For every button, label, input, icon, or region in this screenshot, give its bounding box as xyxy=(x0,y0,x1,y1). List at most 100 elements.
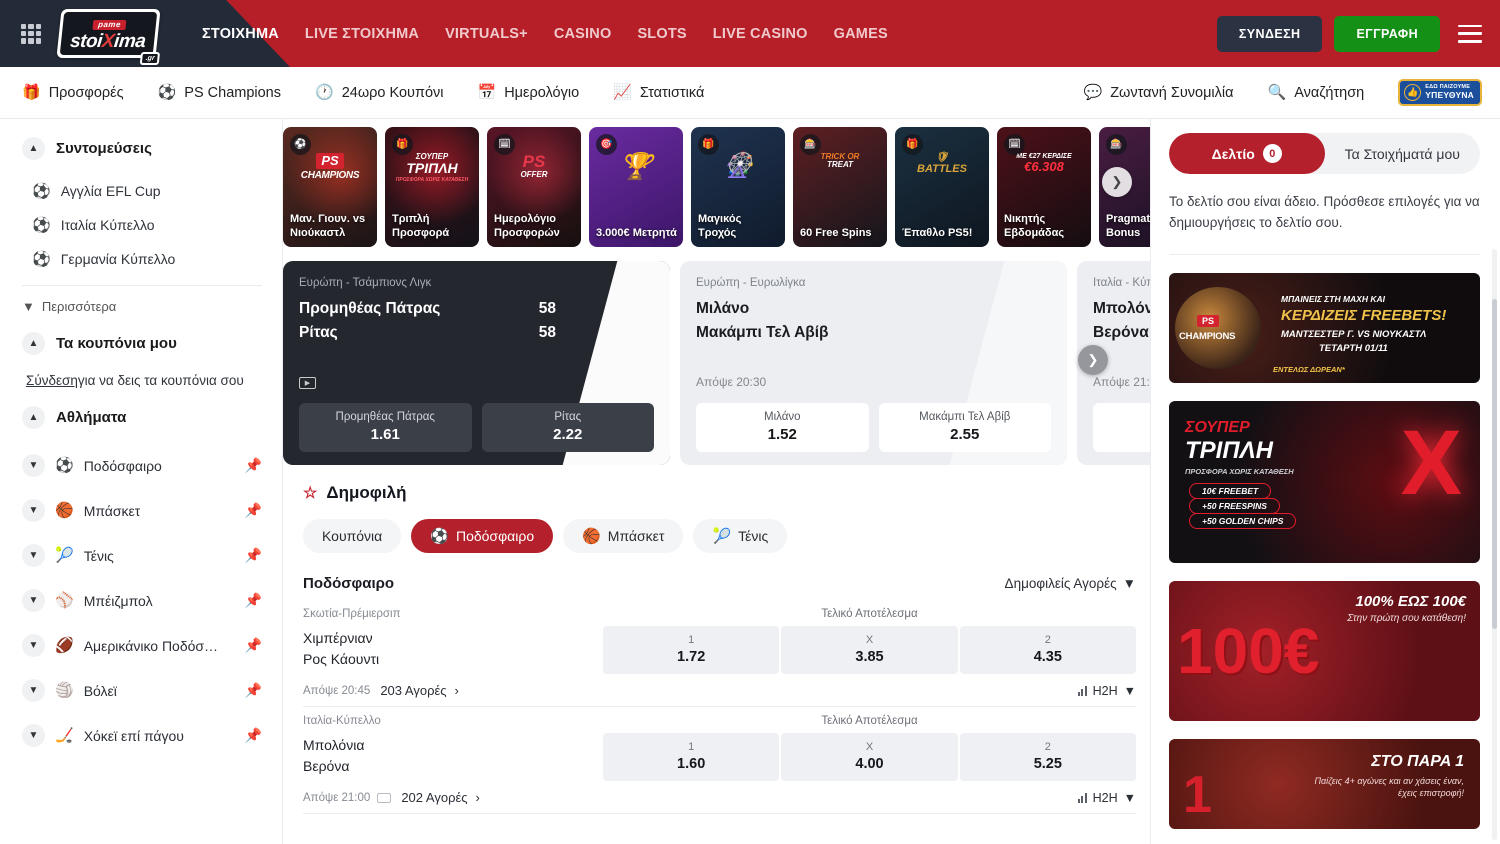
search-button[interactable]: 🔍 Αναζήτηση xyxy=(1268,85,1365,101)
chip-tennis[interactable]: 🎾 Τένις xyxy=(693,519,787,553)
promo-card-free-spins[interactable]: 🎰 TRICK ORTREAT 60 Free Spins xyxy=(793,127,887,247)
chevron-down-icon[interactable]: ▼ xyxy=(22,679,45,702)
sidebar-item-volley[interactable]: ▼ 🏐 Βόλεϊ 📌 xyxy=(22,668,262,713)
subnav-left-group: 🎁 Προσφορές ⚽ PS Champions 🕐 24ωρο Κουπό… xyxy=(22,85,704,101)
ps-champions-banner[interactable]: PS CHAMPIONS ΜΠΑΙΝΕΙΣ ΣΤΗ ΜΑΧΗ ΚΑΙ ΚΕΡΔΙ… xyxy=(1169,273,1480,383)
nav-item-virtuals[interactable]: VIRTUALS+ xyxy=(445,26,528,42)
shortcuts-more-button[interactable]: ▼ Περισσότερα xyxy=(22,285,262,314)
subnav-item-statistika[interactable]: 📈 Στατιστικά xyxy=(613,85,704,101)
banner2-pill-3: +50 GOLDEN CHIPS xyxy=(1189,513,1296,529)
nav-item-live-casino[interactable]: LIVE CASINO xyxy=(713,26,808,42)
my-coupons-header[interactable]: ▲ Τα κουπόνια μου xyxy=(22,332,262,355)
event-odd-1-home[interactable]: 1 1.72 xyxy=(603,626,779,674)
odd-button-away-1[interactable]: Ρίτας 2.22 xyxy=(482,403,655,452)
event-odd-1-draw[interactable]: X 3.85 xyxy=(781,626,957,674)
pin-icon[interactable]: 📌 xyxy=(245,682,262,699)
featured-match-card-2[interactable]: Ευρώπη - Ευρωλίγκα Μιλάνο Μακάμπι Τελ Αβ… xyxy=(680,261,1067,465)
event-h2h-button-1[interactable]: H2H ▼ xyxy=(1078,684,1136,698)
promo-art-text: ΣΟΥΠΕΡ ΤΡΙΠΛΗ ΠΡΟΣΦΟΡΑ ΧΩΡΙΣ ΚΑΤΑΘΕΣΗ xyxy=(385,153,479,183)
chevron-down-icon[interactable]: ▼ xyxy=(22,589,45,612)
shortcut-item-germania-kypello[interactable]: ⚽ Γερμανία Κύπελλο xyxy=(22,242,262,276)
promo-card-tripli[interactable]: 🎁 ΣΟΥΠΕΡ ΤΡΙΠΛΗ ΠΡΟΣΦΟΡΑ ΧΩΡΙΣ ΚΑΤΑΘΕΣΗ … xyxy=(385,127,479,247)
tab-my-bets[interactable]: Τα Στοιχήματά μου xyxy=(1325,133,1481,174)
pin-icon[interactable]: 📌 xyxy=(245,592,262,609)
shortcuts-header[interactable]: ▲ Συντομεύσεις xyxy=(22,137,262,160)
chevron-down-icon[interactable]: ▼ xyxy=(22,634,45,657)
event-odd-2-home[interactable]: 1 1.60 xyxy=(603,733,779,781)
nav-item-casino[interactable]: CASINO xyxy=(554,26,612,42)
sto-para-1-banner[interactable]: ΣΤΟ ΠΑΡΑ 1 Παίζεις 4+ αγώνες και αν χάσε… xyxy=(1169,739,1480,829)
nav-item-slots[interactable]: SLOTS xyxy=(637,26,686,42)
chevron-down-icon[interactable]: ▼ xyxy=(22,724,45,747)
chevron-down-icon[interactable]: ▼ xyxy=(22,544,45,567)
super-tripli-banner[interactable]: X ΣΟΥΠΕΡ ΤΡΙΠΛΗ ΠΡΟΣΦΟΡΑ ΧΩΡΙΣ ΚΑΤΑΘΕΣΗ … xyxy=(1169,401,1480,563)
pin-icon[interactable]: 📌 xyxy=(245,547,262,564)
event-odd-1-away[interactable]: 2 4.35 xyxy=(960,626,1136,674)
sidebar-item-basket[interactable]: ▼ 🏀 Μπάσκετ 📌 xyxy=(22,488,262,533)
hamburger-menu-icon[interactable] xyxy=(1458,25,1482,43)
matches-carousel-next-button[interactable]: ❯ xyxy=(1078,345,1108,375)
coupons-login-link[interactable]: Σύνδεση xyxy=(26,373,78,388)
featured-match-card-1[interactable]: Ευρώπη - Τσάμπιονς Λιγκ Προμηθέας Πάτρας… xyxy=(283,261,670,465)
site-logo[interactable]: pame stoiXima .gr xyxy=(56,9,162,59)
featured-matches-carousel: Ευρώπη - Τσάμπιονς Λιγκ Προμηθέας Πάτρας… xyxy=(283,257,1150,479)
odd-button-away-2[interactable]: Μακάμπι Τελ Αβίβ 2.55 xyxy=(879,403,1052,452)
nav-item-live-stoixima[interactable]: LIVE ΣΤΟΙΧΗΜΑ xyxy=(305,26,419,42)
promo-card-magic-wheel[interactable]: 🎁 🎡 Μαγικός Τροχός xyxy=(691,127,785,247)
promo-label-tripli: Τριπλή Προσφορά xyxy=(385,213,479,247)
event-markets-link-1[interactable]: 203 Αγορές › xyxy=(380,683,459,698)
subnav-item-24oro-koupon[interactable]: 🕐 24ωρο Κουπόνι xyxy=(315,85,444,101)
pin-icon[interactable]: 📌 xyxy=(245,727,262,744)
pin-icon[interactable]: 📌 xyxy=(245,637,262,654)
chip-koupônia[interactable]: Κουπόνια xyxy=(303,519,401,553)
promo-carousel-next-button[interactable]: ❯ xyxy=(1102,167,1132,197)
odd-button-home-1[interactable]: Προμηθέας Πάτρας 1.61 xyxy=(299,403,472,452)
subnav-item-prosfores[interactable]: 🎁 Προσφορές xyxy=(22,85,124,101)
shortcut-item-efl-cup[interactable]: ⚽ Αγγλία EFL Cup xyxy=(22,174,262,208)
sidebar-item-american-football[interactable]: ▼ 🏈 Αμερικάνικο Ποδόσ… 📌 xyxy=(22,623,262,668)
apps-grid-icon[interactable] xyxy=(18,21,44,47)
event-odd-2-draw[interactable]: X 4.00 xyxy=(781,733,957,781)
signup-button[interactable]: ΕΓΓΡΑΦΗ xyxy=(1334,16,1440,52)
match-home-row-2: Μιλάνο xyxy=(696,300,1051,318)
login-button[interactable]: ΣΥΝΔΕΣΗ xyxy=(1217,16,1323,52)
event-teams-2[interactable]: Ιταλία-Κύπελλο Μπολόνια Βερόνα xyxy=(303,715,603,777)
promo-label-man-utd: Μαν. Γιουν. vs Νιούκαστλ xyxy=(283,213,377,247)
chevron-down-icon[interactable]: ▼ xyxy=(22,454,45,477)
promo-card-ps5[interactable]: 🎁 🛡BATTLES Έπαθλο PS5! xyxy=(895,127,989,247)
sport-label-basket: Μπάσκετ xyxy=(84,503,141,519)
sidebar-item-podosfairo[interactable]: ▼ ⚽ Ποδόσφαιρο 📌 xyxy=(22,443,262,488)
nav-item-stoixima[interactable]: ΣΤΟΙΧΗΜΑ xyxy=(202,26,279,42)
live-stream-icon[interactable]: ▶ xyxy=(299,377,316,389)
promo-card-man-utd[interactable]: ⚽ PS CHAMPIONS Μαν. Γιουν. vs Νιούκαστλ xyxy=(283,127,377,247)
deposit-bonus-banner[interactable]: 100% ΕΩΣ 100€ Στην πρώτη σου κατάθεση! 1… xyxy=(1169,581,1480,721)
event-markets-link-2[interactable]: 202 Αγορές › xyxy=(401,790,480,805)
responsible-gaming-badge[interactable]: 👍 ΕΔΩ ΠΑΙΖΟΥΜΕ ΥΠΕΥΘΥΝΑ xyxy=(1398,79,1482,106)
live-chat-button[interactable]: 💬 Ζωντανή Συνομιλία xyxy=(1084,85,1234,101)
chip-basket[interactable]: 🏀 Μπάσκετ xyxy=(563,519,683,553)
shortcut-item-italia-kypello[interactable]: ⚽ Ιταλία Κύπελλο xyxy=(22,208,262,242)
pin-icon[interactable]: 📌 xyxy=(245,457,262,474)
odd-button-home-3[interactable]: 1 1.6 xyxy=(1093,403,1150,452)
subnav-item-ps-champions[interactable]: ⚽ PS Champions xyxy=(158,85,281,101)
sidebar-item-ice-hockey[interactable]: ▼ 🏒 Χόκεϊ επί πάγου 📌 xyxy=(22,713,262,758)
event-odd-2-away[interactable]: 2 5.25 xyxy=(960,733,1136,781)
chevron-down-icon[interactable]: ▼ xyxy=(22,499,45,522)
tab-betslip[interactable]: Δελτίο 0 xyxy=(1169,133,1325,174)
promo-card-3000-cash[interactable]: 🎯 🏆 3.000€ Μετρητά xyxy=(589,127,683,247)
sports-header[interactable]: ▲ Αθλήματα xyxy=(22,406,262,429)
nav-item-games[interactable]: GAMES xyxy=(834,26,888,42)
promo-card-calendar[interactable]: 🗓 PSOFFER Ημερολόγιο Προσφορών xyxy=(487,127,581,247)
markets-filter-dropdown[interactable]: Δημοφιλείς Αγορές ▼ xyxy=(1005,576,1136,591)
live-stream-icon[interactable] xyxy=(377,793,391,803)
right-sidebar-scroll-thumb[interactable] xyxy=(1492,299,1497,629)
promo-card-weekly-winner[interactable]: 🗓 ΜΕ €27 ΚΕΡΔΙΣΕ€6.308 Νικητής Εβδομάδας xyxy=(997,127,1091,247)
pin-icon[interactable]: 📌 xyxy=(245,502,262,519)
event-teams-1[interactable]: Σκωτία-Πρέμιερσιπ Χιμπέρνιαν Ρος Κάουντι xyxy=(303,608,603,670)
chip-podosfairo[interactable]: ⚽ Ποδόσφαιρο xyxy=(411,519,553,553)
sidebar-item-tennis[interactable]: ▼ 🎾 Τένις 📌 xyxy=(22,533,262,578)
sidebar-item-baseball[interactable]: ▼ ⚾ Μπέιζμπολ 📌 xyxy=(22,578,262,623)
event-h2h-button-2[interactable]: H2H ▼ xyxy=(1078,791,1136,805)
odd-button-home-2[interactable]: Μιλάνο 1.52 xyxy=(696,403,869,452)
subnav-item-imerologio[interactable]: 📅 Ημερολόγιο xyxy=(478,85,580,101)
